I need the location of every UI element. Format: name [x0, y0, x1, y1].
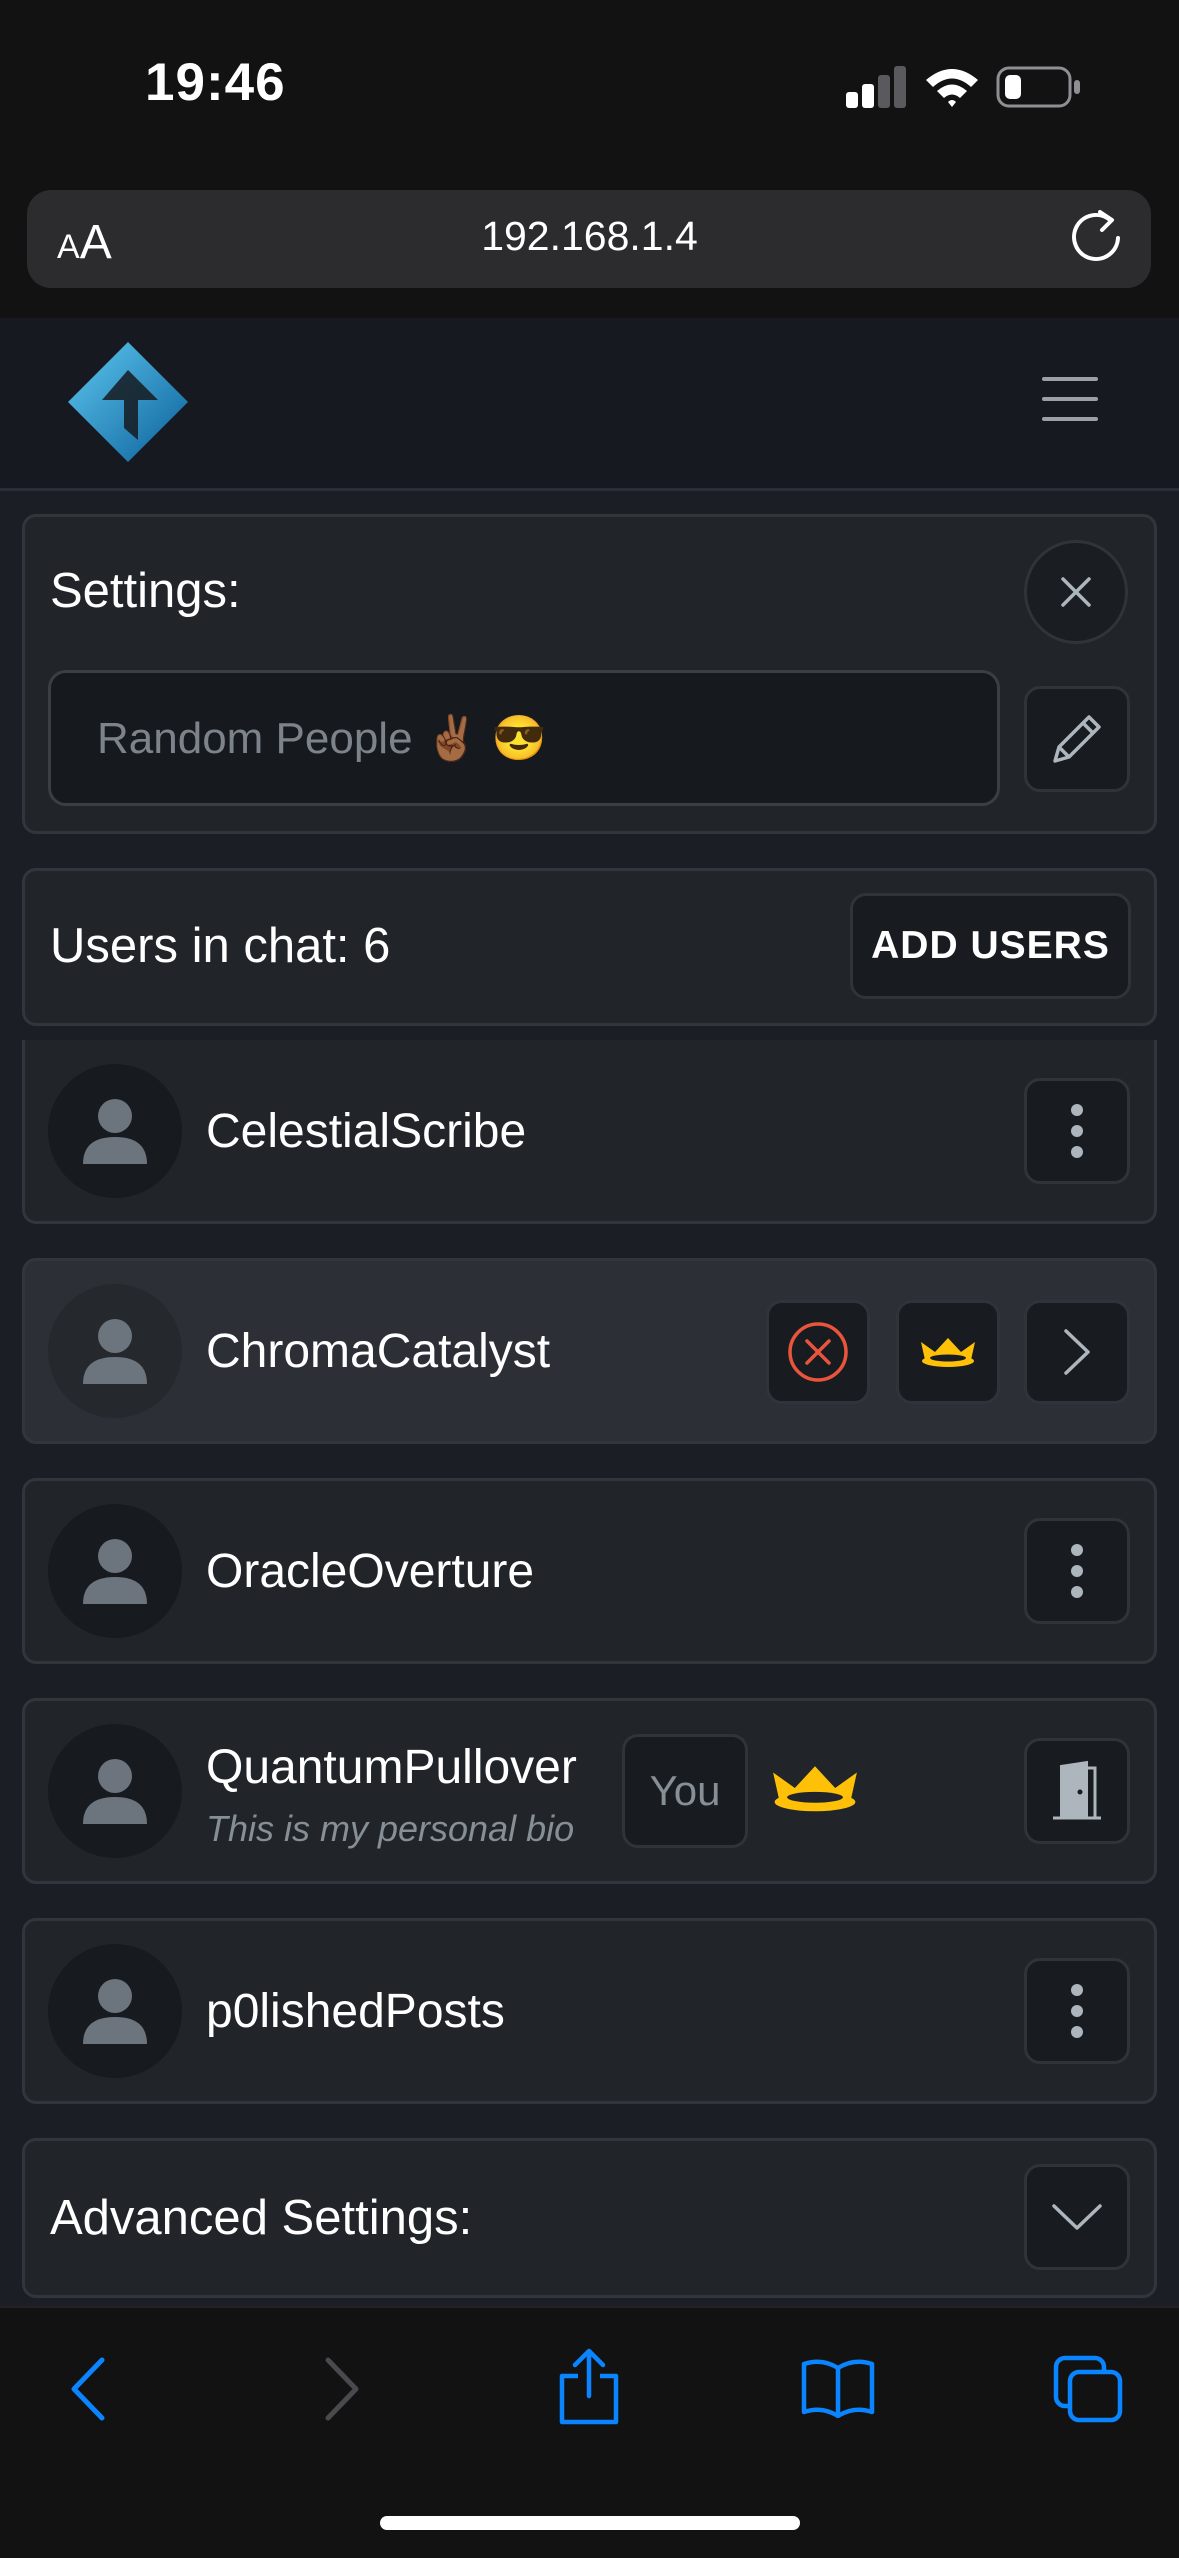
vertical-dots-icon: [1071, 1544, 1083, 1598]
app-logo-icon[interactable]: [66, 340, 190, 464]
cellular-signal-icon: [846, 66, 906, 108]
bookmarks-icon[interactable]: [800, 2358, 876, 2418]
url-text[interactable]: 192.168.1.4: [0, 213, 1179, 260]
you-badge: You: [622, 1734, 748, 1848]
avatar: [48, 1724, 182, 1858]
user-row-self[interactable]: [22, 1698, 1157, 1884]
user-options-button[interactable]: [1024, 1958, 1130, 2064]
home-indicator: [380, 2516, 800, 2530]
user-bio: This is my personal bio: [206, 1808, 575, 1849]
door-exit-icon: [1053, 1760, 1101, 1820]
chevron-right-icon: [1064, 1329, 1090, 1375]
pencil-icon: [1053, 715, 1101, 763]
close-icon: [1061, 577, 1091, 607]
users-count-label: Users in chat: 6: [50, 919, 391, 973]
edit-chat-name-button[interactable]: [1024, 686, 1130, 792]
crown-icon: [773, 1766, 857, 1812]
avatar: [48, 1064, 182, 1198]
user-silhouette-icon: [83, 1539, 147, 1604]
user-silhouette-icon: [83, 1979, 147, 2044]
reload-icon[interactable]: [1070, 206, 1126, 266]
add-users-button[interactable]: ADD USERS: [850, 893, 1131, 999]
chat-name-input[interactable]: Random People ✌🏾 😎: [48, 670, 1000, 806]
user-silhouette-icon: [83, 1319, 147, 1384]
forward-icon: [325, 2357, 359, 2421]
share-icon[interactable]: [556, 2348, 622, 2426]
tabs-icon[interactable]: [1052, 2354, 1124, 2424]
hamburger-menu-icon[interactable]: [1040, 374, 1100, 424]
avatar: [48, 1504, 182, 1638]
close-settings-button[interactable]: [1024, 540, 1128, 644]
user-options-button[interactable]: [1024, 1518, 1130, 1624]
user-name: OracleOverture: [206, 1545, 535, 1598]
leave-chat-button[interactable]: [1024, 1738, 1130, 1844]
expand-advanced-button[interactable]: [1024, 2164, 1130, 2270]
remove-circle-icon: [788, 1322, 848, 1382]
back-icon[interactable]: [66, 2356, 110, 2422]
make-admin-button[interactable]: [896, 1300, 1000, 1404]
settings-title: Settings:: [50, 564, 241, 618]
chevron-down-icon: [1052, 2204, 1102, 2230]
user-name: p0lishedPosts: [206, 1985, 505, 2038]
status-time: 19:46: [145, 53, 286, 112]
user-row[interactable]: [22, 1478, 1157, 1664]
user-name: QuantumPullover: [206, 1741, 577, 1794]
advanced-settings-title: Advanced Settings:: [50, 2191, 473, 2245]
user-row[interactable]: [22, 1040, 1157, 1224]
vertical-dots-icon: [1071, 1984, 1083, 2038]
crown-icon: [921, 1338, 975, 1367]
user-name: CelestialScribe: [206, 1105, 527, 1158]
user-options-button[interactable]: [1024, 1078, 1130, 1184]
collapse-user-actions-button[interactable]: [1024, 1300, 1130, 1404]
avatar: [48, 1284, 182, 1418]
remove-user-button[interactable]: [766, 1300, 870, 1404]
user-silhouette-icon: [83, 1099, 147, 1164]
battery-icon: [996, 66, 1080, 108]
wifi-icon: [926, 69, 978, 107]
user-name: ChromaCatalyst: [206, 1325, 551, 1378]
user-row[interactable]: [22, 1918, 1157, 2104]
user-silhouette-icon: [83, 1759, 147, 1824]
vertical-dots-icon: [1071, 1104, 1083, 1158]
avatar: [48, 1944, 182, 2078]
